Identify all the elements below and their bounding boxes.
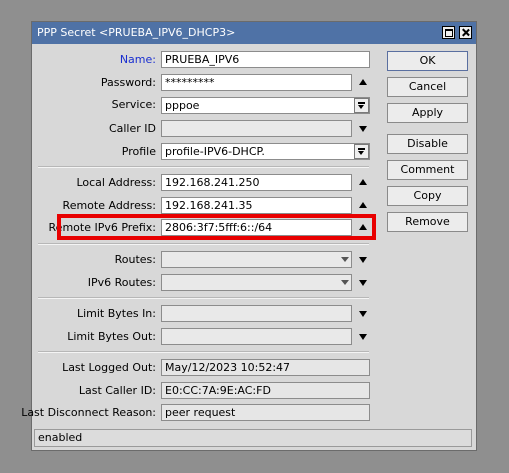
local-address-field[interactable]: 192.168.241.250 xyxy=(161,174,352,191)
name-label: Name: xyxy=(119,53,156,66)
remove-button[interactable]: Remove xyxy=(387,212,468,232)
close-icon[interactable] xyxy=(459,26,472,39)
arrow-up-icon[interactable] xyxy=(359,179,367,185)
arrow-down-icon[interactable] xyxy=(359,257,367,263)
separator xyxy=(38,351,369,353)
limit-bytes-out-field[interactable] xyxy=(161,328,352,345)
separator xyxy=(38,166,369,168)
routes-label: Routes: xyxy=(114,253,156,266)
last-disconnect-reason-label: Last Disconnect Reason: xyxy=(21,406,156,419)
ipv6-routes-field[interactable] xyxy=(161,274,352,291)
ok-button[interactable]: OK xyxy=(387,51,468,71)
arrow-down-icon[interactable] xyxy=(359,126,367,132)
arrow-down-icon[interactable] xyxy=(359,311,367,317)
ppp-secret-window: PPP Secret <PRUEBA_IPV6_DHCP3> Name: PRU… xyxy=(21,21,477,451)
caller-id-label: Caller ID xyxy=(108,122,156,135)
arrow-up-icon[interactable] xyxy=(359,202,367,208)
ipv6-routes-label: IPv6 Routes: xyxy=(87,276,156,289)
profile-select[interactable]: profile-IPV6-DHCP. xyxy=(161,143,370,160)
cancel-button[interactable]: Cancel xyxy=(387,77,468,97)
password-field[interactable]: ********* xyxy=(161,74,352,91)
service-label: Service: xyxy=(111,98,156,111)
limit-bytes-in-label: Limit Bytes In: xyxy=(76,307,156,320)
last-disconnect-reason-value: peer request xyxy=(161,404,370,421)
last-logged-out-value: May/12/2023 10:52:47 xyxy=(161,359,370,376)
dropdown-icon[interactable] xyxy=(354,98,369,113)
separator xyxy=(38,243,369,245)
dropdown-icon[interactable] xyxy=(341,257,349,262)
window-titlebar[interactable]: PPP Secret <PRUEBA_IPV6_DHCP3> xyxy=(32,22,476,44)
arrow-down-icon[interactable] xyxy=(359,280,367,286)
limit-bytes-out-label: Limit Bytes Out: xyxy=(67,330,156,343)
remote-address-field[interactable]: 192.168.241.35 xyxy=(161,197,352,214)
window-title: PPP Secret <PRUEBA_IPV6_DHCP3> xyxy=(37,26,236,39)
status-bar: enabled xyxy=(34,429,472,447)
dropdown-icon[interactable] xyxy=(354,144,369,159)
apply-button[interactable]: Apply xyxy=(387,103,468,123)
comment-button[interactable]: Comment xyxy=(387,160,468,180)
password-label: Password: xyxy=(100,76,156,89)
maximize-icon[interactable] xyxy=(442,26,455,39)
profile-label: Profile xyxy=(121,145,156,158)
name-field[interactable]: PRUEBA_IPV6 xyxy=(161,51,370,68)
disable-button[interactable]: Disable xyxy=(387,134,468,154)
limit-bytes-in-field[interactable] xyxy=(161,305,352,322)
remote-address-label: Remote Address: xyxy=(62,199,156,212)
highlight-box xyxy=(57,214,376,240)
last-caller-id-label: Last Caller ID: xyxy=(78,384,156,397)
arrow-down-icon[interactable] xyxy=(359,334,367,340)
arrow-up-icon[interactable] xyxy=(359,79,367,85)
separator xyxy=(38,297,369,299)
routes-field[interactable] xyxy=(161,251,352,268)
local-address-label: Local Address: xyxy=(76,176,156,189)
caller-id-field[interactable] xyxy=(161,120,352,137)
last-logged-out-label: Last Logged Out: xyxy=(62,361,156,374)
last-caller-id-value: E0:CC:7A:9E:AC:FD xyxy=(161,382,370,399)
dropdown-icon[interactable] xyxy=(341,280,349,285)
service-select[interactable]: pppoe xyxy=(161,97,370,114)
copy-button[interactable]: Copy xyxy=(387,186,468,206)
